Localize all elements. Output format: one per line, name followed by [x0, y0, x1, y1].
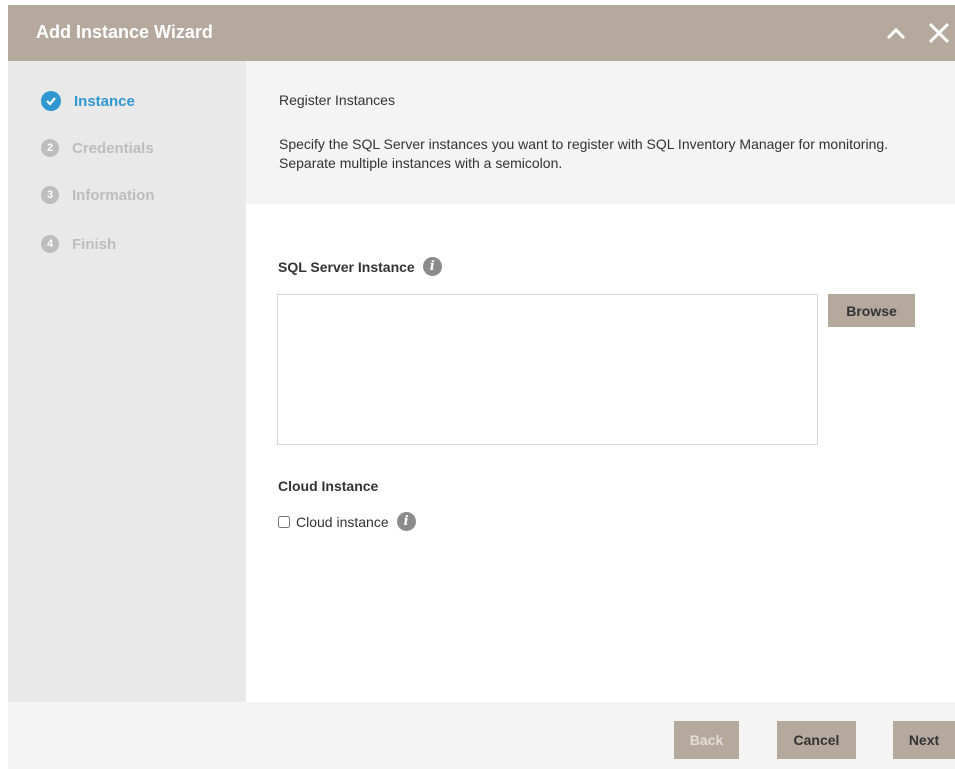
cloud-instance-checkbox[interactable] — [278, 515, 290, 528]
browse-button[interactable]: Browse — [828, 294, 915, 327]
cancel-button[interactable]: Cancel — [777, 721, 856, 759]
wizard-title: Add Instance Wizard — [36, 22, 213, 42]
collapse-button[interactable] — [880, 17, 912, 49]
sql-server-instance-label: SQL Server Instance i — [278, 257, 442, 276]
step-finish[interactable]: 4 Finish — [41, 232, 116, 256]
add-instance-wizard-dialog: Add Instance Wizard Instance 2 Credentia… — [0, 0, 955, 769]
check-icon — [41, 91, 61, 111]
next-button[interactable]: Next — [893, 721, 955, 759]
info-icon[interactable]: i — [396, 512, 416, 531]
step-number-badge: 3 — [41, 186, 59, 204]
close-button[interactable] — [923, 17, 955, 49]
step-label: Finish — [72, 235, 117, 253]
cloud-instance-section-label: Cloud Instance — [278, 478, 379, 494]
sql-server-instance-input[interactable] — [277, 294, 818, 445]
cloud-instance-option[interactable]: Cloud instance i — [278, 512, 416, 531]
step-credentials[interactable]: 2 Credentials — [41, 136, 154, 160]
step-label: Information — [72, 186, 155, 204]
back-button[interactable]: Back — [674, 721, 739, 759]
wizard-steps-sidebar: Instance 2 Credentials 3 Information 4 F… — [8, 61, 246, 702]
info-icon[interactable]: i — [422, 257, 442, 276]
cloud-instance-checkbox-label: Cloud instance — [296, 513, 389, 530]
close-icon — [928, 22, 950, 44]
sql-server-instance-label-text: SQL Server Instance — [278, 258, 415, 275]
step-label: Instance — [74, 92, 135, 110]
intro-panel: Register Instances Specify the SQL Serve… — [246, 61, 955, 204]
chevron-up-icon — [886, 27, 906, 40]
step-instance[interactable]: Instance — [41, 89, 135, 113]
step-information[interactable]: 3 Information — [41, 183, 155, 207]
step-number-badge: 2 — [41, 139, 59, 157]
step-number-badge: 4 — [41, 235, 59, 253]
step-label: Credentials — [72, 139, 154, 157]
intro-title: Register Instances — [279, 92, 395, 108]
intro-description: Specify the SQL Server instances you wan… — [279, 136, 889, 171]
wizard-header: Add Instance Wizard — [8, 5, 955, 61]
